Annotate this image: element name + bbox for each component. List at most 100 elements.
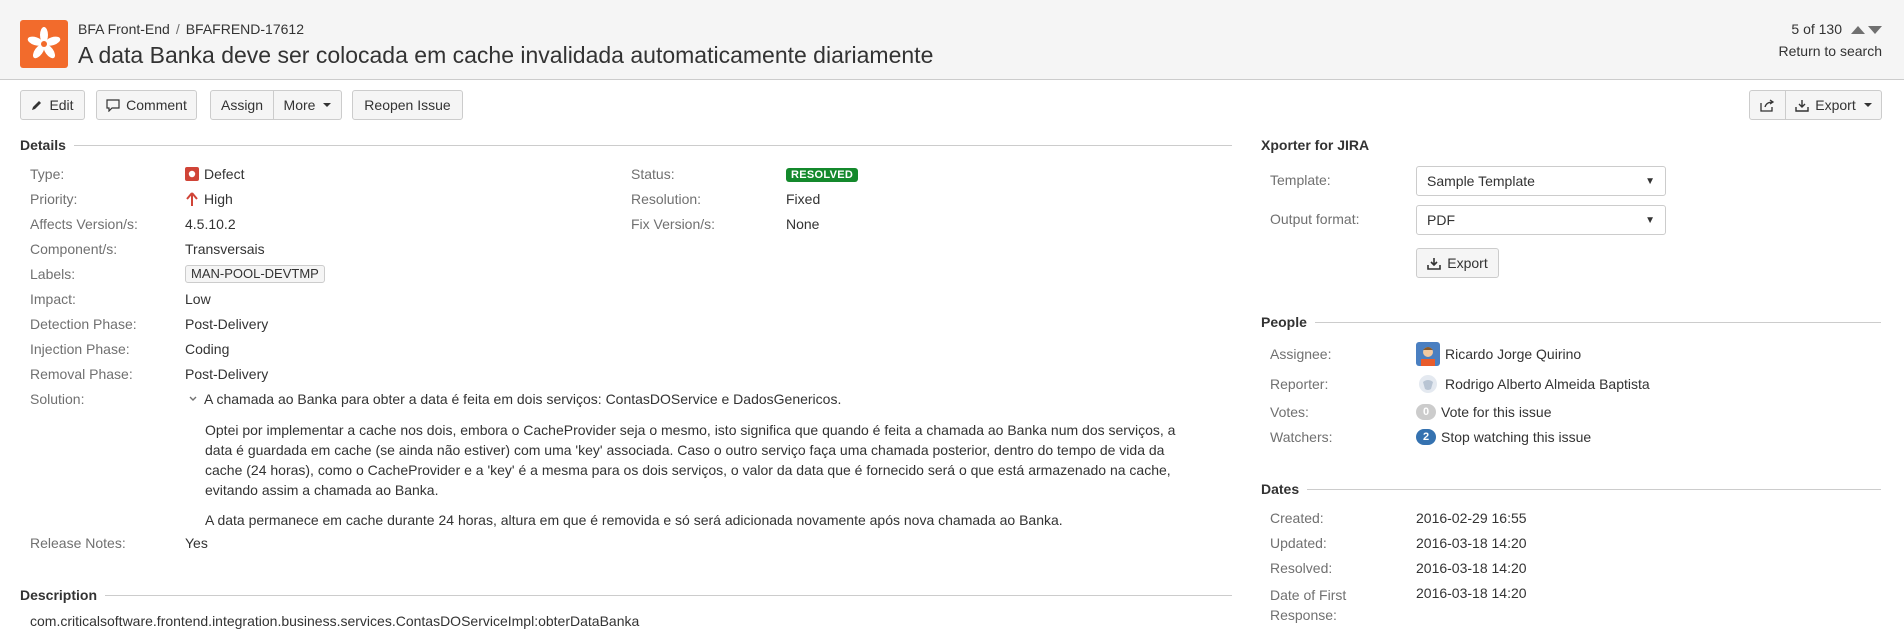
reporter-name[interactable]: Rodrigo Alberto Almeida Baptista	[1445, 376, 1650, 392]
edit-button-label: Edit	[49, 97, 74, 113]
breadcrumb-issue-key-link[interactable]: BFAFREND-17612	[186, 21, 304, 37]
type-value: Defect	[185, 166, 244, 182]
votes-value: 0 Vote for this issue	[1416, 404, 1552, 420]
reopen-button-label: Reopen Issue	[364, 97, 451, 113]
chevron-down-icon[interactable]	[188, 395, 198, 403]
resolution-label: Resolution:	[631, 191, 702, 207]
solution-paragraph: Optei por implementar a cache nos dois, …	[205, 422, 1176, 498]
labels-value: MAN-POOL-DEVTMP	[185, 265, 325, 283]
assign-button[interactable]: Assign	[210, 90, 274, 120]
details-heading-label: Details	[20, 137, 66, 153]
release-notes-value: Yes	[185, 535, 208, 551]
comment-button-label: Comment	[126, 97, 187, 113]
solution-label: Solution:	[30, 391, 85, 407]
xporter-export-label: Export	[1447, 255, 1488, 271]
watchers-count-badge[interactable]: 2	[1416, 429, 1436, 445]
issue-header: BFA Front-End / BFAFREND-17612 A data Bank…	[0, 0, 1904, 80]
dates-heading-label: Dates	[1261, 481, 1300, 497]
dropdown-arrow-icon: ▼	[1645, 214, 1655, 226]
return-to-search-link[interactable]: Return to search	[1779, 43, 1883, 59]
assignee-avatar[interactable]	[1416, 342, 1440, 366]
fix-version-label: Fix Version/s:	[631, 216, 716, 232]
detection-phase-label: Detection Phase:	[30, 316, 137, 332]
export-dropdown-button[interactable]: Export	[1786, 90, 1882, 120]
details-section-heading[interactable]: Details	[20, 137, 1232, 153]
watchers-value: 2 Stop watching this issue	[1416, 429, 1591, 445]
priority-value: High	[185, 191, 233, 207]
previous-issue-icon[interactable]	[1851, 26, 1865, 35]
issue-toolbar: Edit Comment Assign More Reopen Issue Ex…	[0, 90, 1904, 120]
status-label: Status:	[631, 166, 675, 182]
project-avatar-icon[interactable]	[20, 20, 68, 68]
updated-value: 2016-03-18 14:20	[1416, 535, 1527, 551]
reporter-label: Reporter:	[1270, 376, 1329, 392]
solution-body: Optei por implementar a cache nos dois, …	[205, 420, 1185, 540]
impact-label: Impact:	[30, 291, 76, 307]
edit-button[interactable]: Edit	[20, 90, 85, 120]
injection-phase-label: Injection Phase:	[30, 341, 130, 357]
priority-label: Priority:	[30, 191, 78, 207]
component-value[interactable]: Transversais	[185, 241, 265, 257]
created-label: Created:	[1270, 510, 1324, 526]
comment-button[interactable]: Comment	[96, 90, 197, 120]
issue-title[interactable]: A data Banka deve ser colocada em cache …	[78, 42, 933, 69]
solution-paragraph: A data permanece em cache durante 24 hor…	[205, 512, 1063, 528]
issue-pager: 5 of 130 Return to search	[1779, 21, 1883, 59]
section-divider	[1314, 321, 1881, 323]
reopen-issue-button[interactable]: Reopen Issue	[352, 90, 463, 120]
stop-watching-link[interactable]: Stop watching this issue	[1441, 429, 1591, 445]
resolved-value: 2016-03-18 14:20	[1416, 560, 1527, 576]
share-button[interactable]	[1749, 90, 1786, 120]
defect-icon	[185, 167, 199, 181]
breadcrumb-project-link[interactable]: BFA Front-End	[78, 21, 170, 37]
status-lozenge[interactable]: RESOLVED	[786, 168, 859, 182]
assignee-value: Ricardo Jorge Quirino	[1416, 342, 1581, 366]
description-section-heading[interactable]: Description	[20, 587, 1232, 603]
affects-version-value[interactable]: 4.5.10.2	[185, 216, 236, 232]
download-icon	[1795, 99, 1809, 112]
description-text: com.criticalsoftware.frontend.integratio…	[30, 613, 640, 629]
people-section-heading[interactable]: People	[1261, 314, 1881, 330]
impact-value: Low	[185, 291, 211, 307]
next-issue-icon[interactable]	[1868, 26, 1882, 35]
removal-phase-value: Post-Delivery	[185, 366, 269, 382]
pager-count: 5 of 130	[1791, 21, 1842, 37]
first-response-value: 2016-03-18 14:20	[1416, 585, 1527, 601]
more-button-label: More	[283, 97, 316, 113]
breadcrumb-separator: /	[175, 21, 180, 37]
created-value: 2016-02-29 16:55	[1416, 510, 1527, 526]
breadcrumb: BFA Front-End / BFAFREND-17612	[78, 21, 304, 37]
template-select-value: Sample Template	[1427, 173, 1535, 189]
first-response-label: Date of First Response:	[1270, 587, 1347, 623]
detection-phase-value: Post-Delivery	[185, 316, 269, 332]
status-value: RESOLVED	[786, 165, 859, 182]
solution-summary: A chamada ao Banka para obter a data é f…	[188, 391, 841, 407]
description-heading-label: Description	[20, 587, 98, 603]
more-dropdown-button[interactable]: More	[274, 90, 342, 120]
output-format-select[interactable]: PDF ▼	[1416, 205, 1666, 235]
output-format-label: Output format:	[1270, 211, 1360, 227]
xporter-export-button[interactable]: Export	[1416, 248, 1499, 278]
assignee-name[interactable]: Ricardo Jorge Quirino	[1445, 346, 1581, 362]
vote-link[interactable]: Vote for this issue	[1441, 404, 1552, 420]
component-label: Component/s:	[30, 241, 118, 257]
dates-section-heading[interactable]: Dates	[1261, 481, 1881, 497]
template-select[interactable]: Sample Template ▼	[1416, 166, 1666, 196]
injection-phase-value: Coding	[185, 341, 230, 357]
chevron-down-icon	[323, 103, 332, 107]
export-button-label: Export	[1815, 97, 1856, 113]
xporter-heading-label: Xporter for JIRA	[1261, 137, 1370, 153]
pencil-icon	[32, 101, 42, 110]
section-divider	[105, 594, 1232, 596]
watchers-label: Watchers:	[1270, 429, 1333, 445]
resolution-value: Fixed	[786, 191, 821, 207]
section-divider	[1307, 488, 1881, 490]
xporter-section-heading[interactable]: Xporter for JIRA	[1261, 137, 1881, 153]
resolved-label: Resolved:	[1270, 560, 1333, 576]
updated-label: Updated:	[1270, 535, 1327, 551]
affects-version-label: Affects Version/s:	[30, 216, 138, 232]
label-tag[interactable]: MAN-POOL-DEVTMP	[185, 265, 325, 283]
removal-phase-label: Removal Phase:	[30, 366, 133, 382]
reporter-avatar[interactable]	[1416, 372, 1440, 396]
votes-label: Votes:	[1270, 404, 1309, 420]
